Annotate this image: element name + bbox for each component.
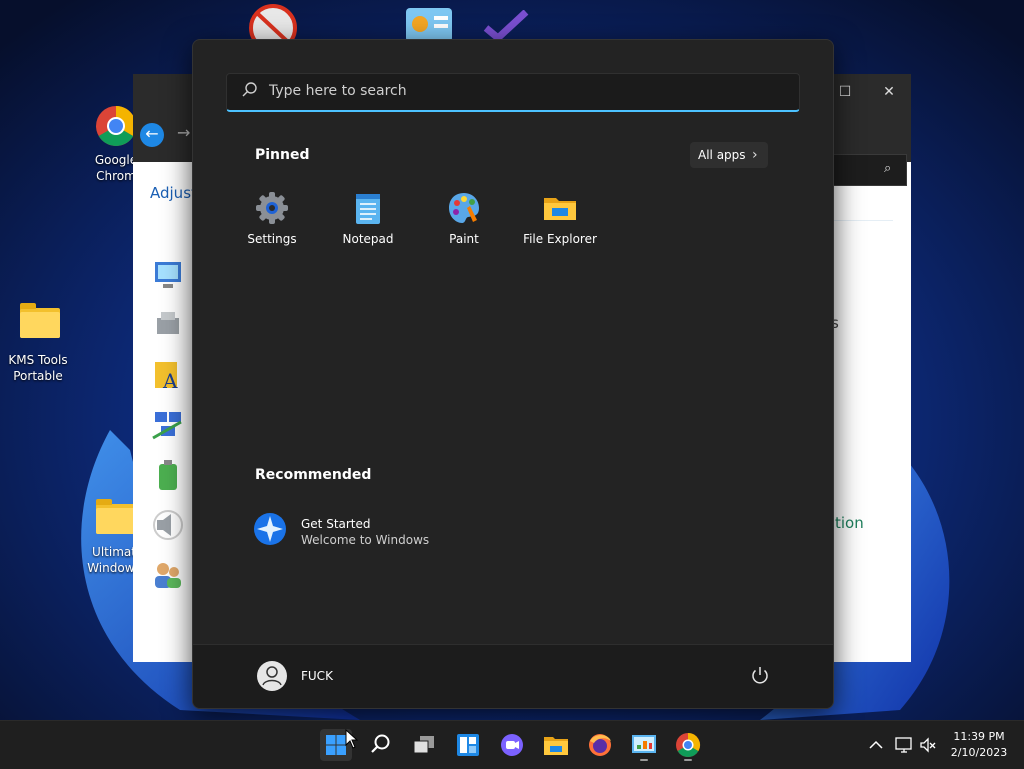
chrome-icon	[676, 733, 701, 758]
folder-icon	[16, 302, 60, 342]
taskbar: 11:39 PM 2/10/2023	[0, 720, 1024, 769]
desktop-icon-label: KMS Tools Portable	[8, 353, 68, 383]
mouse-cursor-icon	[345, 729, 359, 749]
show-hidden-icons-button[interactable]	[866, 735, 886, 755]
pinned-app-label: Paint	[449, 232, 479, 246]
pinned-app-notepad[interactable]: Notepad	[323, 190, 413, 250]
settings-icon	[254, 190, 290, 226]
clock-date: 2/10/2023	[950, 746, 1008, 759]
start-menu: Type here to search Pinned All apps › Se…	[192, 39, 834, 709]
recommended-item-title: Get Started	[301, 517, 371, 531]
volume-button[interactable]	[918, 735, 938, 755]
forward-button[interactable]: →	[177, 123, 190, 142]
get-started-icon	[253, 512, 287, 546]
pinned-app-settings[interactable]: Settings	[227, 190, 317, 250]
checkmark-app-icon	[483, 9, 529, 43]
taskbar-chat-button[interactable]	[496, 729, 528, 761]
blocked-app-icon	[249, 4, 297, 52]
window-search-box[interactable]: ⌕	[833, 154, 907, 186]
search-placeholder: Type here to search	[269, 83, 407, 99]
clock-time: 11:39 PM	[953, 730, 1005, 743]
running-indicator	[684, 759, 692, 761]
pinned-app-label: Settings	[247, 232, 297, 246]
recommended-item-get-started[interactable]: Get Started Welcome to Windows	[253, 512, 493, 552]
network-icon[interactable]	[151, 408, 185, 442]
taskbar-firefox-button[interactable]	[584, 729, 616, 761]
display-icon[interactable]	[151, 258, 185, 292]
taskbar-search-button[interactable]	[364, 729, 396, 761]
svg-text:A: A	[162, 369, 178, 392]
taskbar-clock[interactable]: 11:39 PM 2/10/2023	[944, 729, 1014, 761]
start-search-input[interactable]: Type here to search	[226, 73, 800, 112]
chevron-up-icon	[869, 740, 883, 749]
control-panel-icon	[632, 735, 656, 753]
search-icon: ⌕	[884, 161, 892, 176]
firefox-icon	[589, 734, 611, 756]
user-name[interactable]: FUCK	[301, 669, 333, 683]
pinned-app-label: File Explorer	[523, 232, 597, 246]
desktop-icon-partial-2[interactable]	[404, 6, 454, 42]
pinned-app-paint[interactable]: Paint	[419, 190, 509, 250]
running-indicator	[640, 759, 648, 761]
task-view-icon	[413, 736, 434, 754]
user-icon	[262, 666, 282, 686]
all-apps-button[interactable]: All apps ›	[690, 142, 768, 168]
file-explorer-icon	[542, 190, 578, 226]
taskbar-chrome-button[interactable]	[672, 729, 704, 761]
recommended-title: Recommended	[255, 467, 372, 483]
dashboard-app-icon	[406, 8, 452, 42]
back-button[interactable]: ←	[140, 123, 164, 147]
sound-icon[interactable]	[151, 508, 185, 542]
file-explorer-icon	[544, 737, 568, 755]
taskbar-file-explorer-button[interactable]	[540, 729, 572, 761]
chat-icon	[501, 734, 523, 756]
recommended-item-subtitle: Welcome to Windows	[301, 533, 430, 547]
taskbar-control-panel-button[interactable]	[628, 729, 660, 761]
desktop-icon-kms-tools[interactable]: KMS Tools Portable	[0, 302, 78, 384]
chrome-icon	[94, 104, 138, 146]
taskbar-task-view-button[interactable]	[408, 729, 440, 761]
devices-icon[interactable]	[151, 308, 185, 342]
power-button[interactable]	[749, 665, 771, 687]
volume-muted-icon	[920, 737, 936, 753]
window-heading: Adjust	[150, 184, 197, 202]
notepad-icon	[350, 190, 386, 226]
power-options-icon[interactable]	[151, 458, 185, 492]
network-icon	[895, 737, 912, 753]
pinned-app-file-explorer[interactable]: File Explorer	[515, 190, 605, 250]
network-status-button[interactable]	[894, 735, 914, 755]
user-accounts-icon[interactable]	[151, 558, 185, 592]
all-apps-label: All apps	[698, 148, 746, 162]
user-avatar[interactable]	[257, 661, 287, 691]
folder-icon	[92, 498, 136, 538]
pinned-app-label: Notepad	[342, 232, 394, 246]
desktop-icon-partial-1[interactable]	[248, 4, 298, 52]
chevron-right-icon: ›	[752, 147, 758, 163]
start-menu-footer: FUCK	[193, 644, 833, 708]
side-link[interactable]: tion	[835, 514, 864, 532]
taskbar-widgets-button[interactable]	[452, 729, 484, 761]
desktop-icon-partial-3[interactable]	[482, 9, 532, 43]
pinned-title: Pinned	[255, 147, 310, 163]
widgets-icon	[457, 734, 479, 756]
search-icon	[241, 81, 259, 103]
fonts-icon[interactable]: A	[151, 358, 185, 392]
power-icon	[752, 667, 768, 684]
close-button[interactable]: ✕	[871, 80, 907, 104]
search-icon	[371, 734, 390, 753]
paint-icon	[446, 190, 482, 226]
